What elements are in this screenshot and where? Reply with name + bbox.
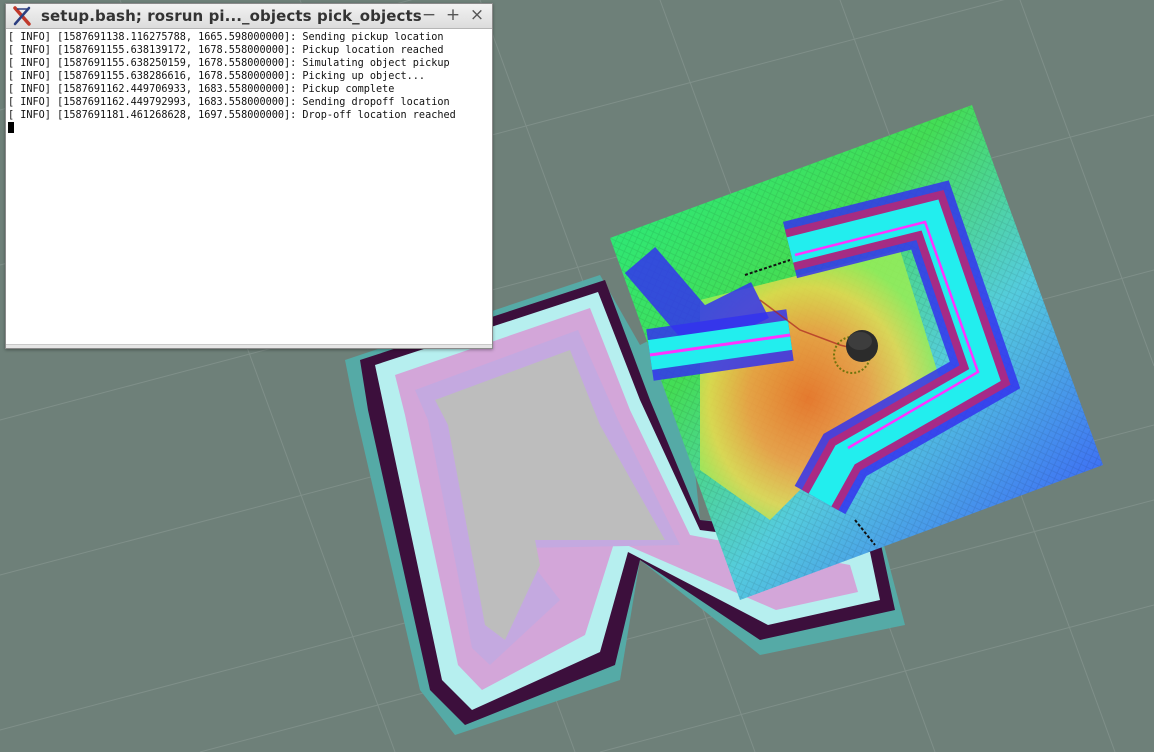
terminal-output[interactable]: [ INFO] [1587691138.116275788, 1665.5980… [8, 31, 490, 344]
robot-model [846, 330, 878, 362]
text-cursor [8, 122, 14, 133]
log-line: [ INFO] [1587691138.116275788, 1665.5980… [8, 32, 444, 43]
log-line: [ INFO] [1587691162.449792993, 1683.5580… [8, 97, 450, 108]
terminal-cursor-line [8, 122, 490, 135]
terminal-title: setup.bash; rosrun pi..._objects pick_ob… [41, 7, 422, 25]
window-controls: − + × [420, 6, 486, 24]
log-line: [ INFO] [1587691155.638286616, 1678.5580… [8, 71, 426, 82]
log-line: [ INFO] [1587691155.638139172, 1678.5580… [8, 45, 444, 56]
minimize-button[interactable]: − [420, 6, 438, 24]
maximize-button[interactable]: + [444, 6, 462, 24]
close-button[interactable]: × [468, 6, 486, 24]
terminal-window[interactable]: setup.bash; rosrun pi..._objects pick_ob… [5, 3, 493, 349]
terminal-titlebar[interactable]: setup.bash; rosrun pi..._objects pick_ob… [6, 4, 492, 29]
log-line: [ INFO] [1587691181.461268628, 1697.5580… [8, 110, 456, 121]
log-line: [ INFO] [1587691162.449706933, 1683.5580… [8, 84, 395, 95]
terminal-scrollbar[interactable] [6, 344, 492, 348]
log-line: [ INFO] [1587691155.638250159, 1678.5580… [8, 58, 450, 69]
xterm-x-icon [11, 5, 33, 27]
